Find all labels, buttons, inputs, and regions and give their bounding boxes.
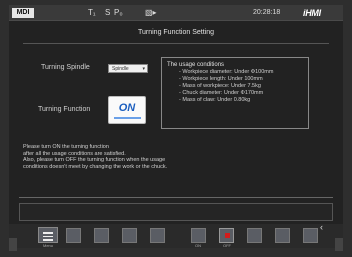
spindle-indicator: S (105, 8, 111, 17)
softkey-9[interactable] (303, 228, 318, 243)
on-button-label: ON (118, 102, 136, 114)
turning-function-on-button[interactable]: ON (108, 96, 146, 124)
chevron-left-icon[interactable]: ‹ (320, 222, 323, 232)
off-indicator-icon (225, 233, 230, 238)
softkey-4[interactable] (150, 228, 165, 243)
turning-function-label: Turning Function (38, 106, 91, 113)
nc-screen: MDI T₁ S P₀ ▧▸ 20:28:18 iHMI Turning Fun… (9, 5, 343, 248)
menu-icon-bar (43, 235, 53, 237)
on-indicator-bar (114, 117, 141, 119)
left-side-tab[interactable] (9, 238, 17, 251)
mode-badge: MDI (12, 8, 34, 18)
softkey-7[interactable] (247, 228, 262, 243)
menu-label: Menu (42, 243, 53, 248)
softkey-1[interactable] (66, 228, 81, 243)
input-line-field[interactable] (19, 203, 333, 221)
title-divider (23, 43, 329, 44)
softkey-bar: Menu ON OFF (9, 224, 343, 248)
page-title: Turning Function Setting (137, 29, 214, 36)
divider (19, 197, 333, 198)
turning-spindle-select[interactable]: Spindle ▾ (108, 64, 148, 73)
message-line: conditions doesn't meet by changing the … (23, 163, 168, 170)
condition-item: - Chuck diameter: Under Φ170mm (179, 90, 264, 96)
usage-conditions-heading: The usage conditions (167, 62, 225, 68)
menu-button[interactable] (38, 227, 58, 243)
clock: 20:28:18 (253, 9, 281, 16)
softkey-on-label: ON (195, 243, 201, 248)
condition-item: - Workpiece length: Under 100mm (179, 76, 263, 82)
condition-item: - Mass of claw: Under 0.80kg (179, 97, 251, 103)
softkey-2[interactable] (94, 228, 109, 243)
signal-icon: ▧▸ (145, 8, 157, 17)
softkey-off-label: OFF (223, 243, 231, 248)
softkey-3[interactable] (122, 228, 137, 243)
menu-icon-bar (43, 232, 53, 234)
condition-item: - Workpiece diameter: Under Φ100mm (179, 69, 274, 75)
softkey-off[interactable] (219, 228, 234, 243)
brand-logo: iHMI (303, 8, 321, 18)
turning-spindle-label: Turning Spindle (41, 64, 90, 71)
instruction-message: Please turn ON the turning function afte… (23, 144, 253, 170)
turning-spindle-value: Spindle (112, 66, 129, 72)
softkey-8[interactable] (275, 228, 290, 243)
softkey-on[interactable] (191, 228, 206, 243)
menu-icon-bar (43, 239, 53, 241)
condition-item: - Mass of workpiece: Under 7.5kg (179, 83, 261, 89)
tool-indicator: T₁ (88, 8, 96, 17)
program-indicator: P₀ (114, 8, 123, 17)
status-bar: MDI T₁ S P₀ ▧▸ 20:28:18 iHMI (9, 5, 343, 21)
right-side-tab[interactable] (335, 238, 343, 251)
usage-conditions-box: The usage conditions - Workpiece diamete… (161, 57, 309, 129)
chevron-down-icon: ▾ (142, 66, 145, 72)
